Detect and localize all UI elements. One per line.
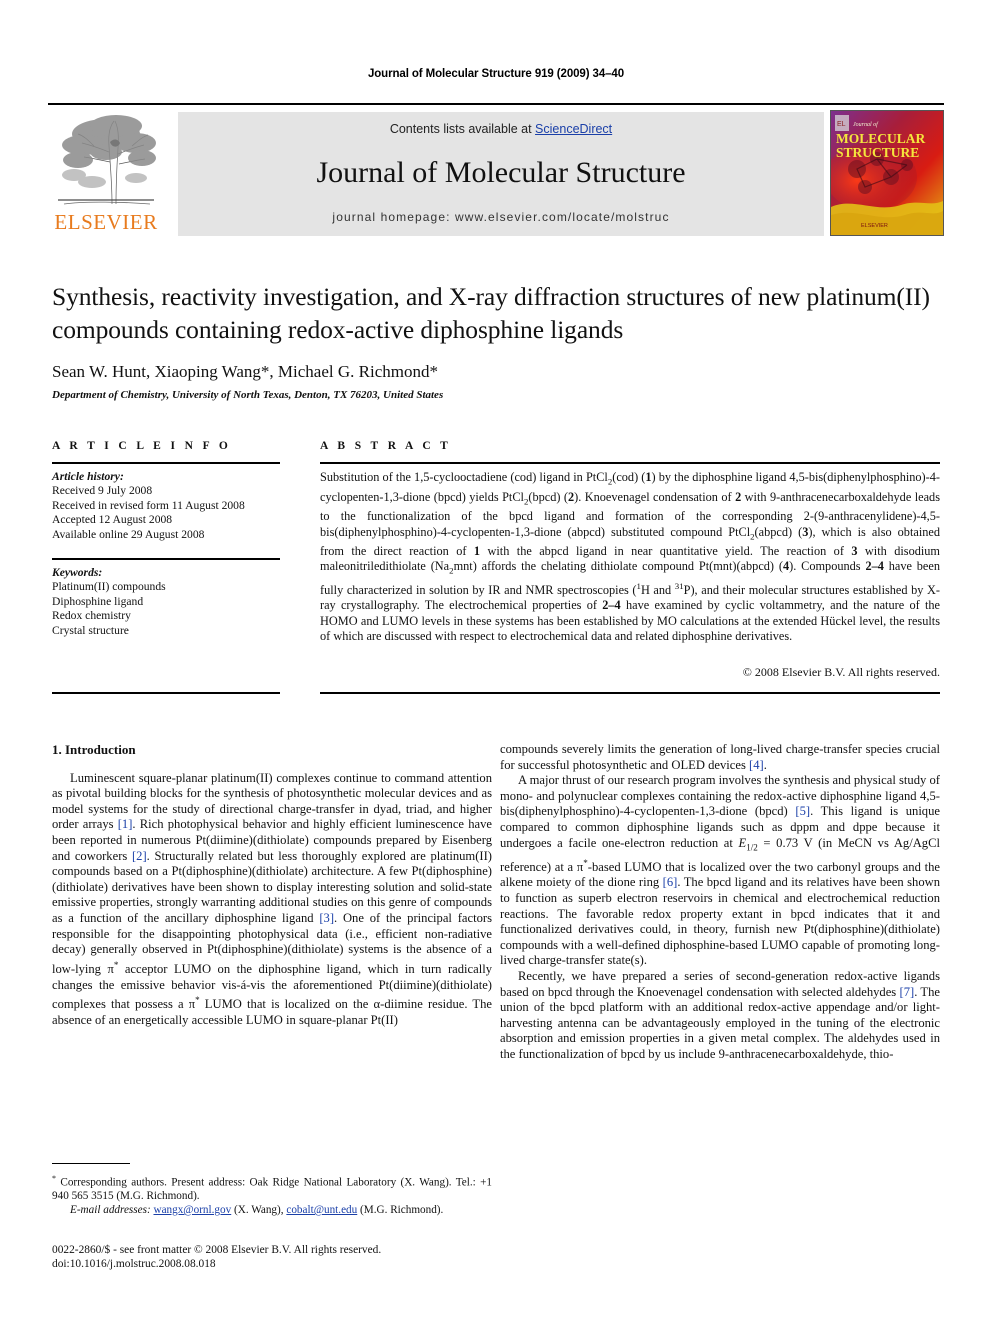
email-owner-richmond: (M.G. Richmond). bbox=[360, 1203, 444, 1216]
masthead-panel: Contents lists available at ScienceDirec… bbox=[178, 112, 824, 236]
paper-page: Journal of Molecular Structure 919 (2009… bbox=[0, 0, 992, 1323]
paragraph: A major thrust of our research program i… bbox=[500, 773, 941, 968]
keywords-list: Keywords: Platinum(II) compounds Diphosp… bbox=[52, 566, 284, 638]
sciencedirect-link[interactable]: ScienceDirect bbox=[535, 122, 612, 136]
journal-cover-thumbnail: EL Journal of MOLECULAR STRUCTURE ELSEVI… bbox=[830, 110, 944, 236]
abstract-heading: A B S T R A C T bbox=[320, 440, 452, 452]
paragraph: Recently, we have prepared a series of s… bbox=[500, 969, 941, 1061]
corresponding-author-note: * Corresponding authors. Present address… bbox=[52, 1174, 492, 1203]
abstract-top-rule bbox=[320, 462, 940, 464]
doi-line: doi:10.1016/j.molstruc.2008.08.018 bbox=[52, 1258, 216, 1270]
body-column-right: compounds severely limits the generation… bbox=[500, 742, 940, 1063]
email-link-richmond[interactable]: cobalt@unt.edu bbox=[286, 1204, 357, 1216]
cover-title-line1: MOLECULAR bbox=[836, 131, 926, 146]
cover-title-line2: STRUCTURE bbox=[836, 145, 919, 160]
keyword-item: Redox chemistry bbox=[52, 609, 131, 623]
title-block: Synthesis, reactivity investigation, and… bbox=[52, 280, 942, 401]
email-owner-wang: (X. Wang), bbox=[234, 1203, 284, 1216]
abstract-text: Substitution of the 1,5-cyclooctadiene (… bbox=[320, 470, 941, 643]
article-info-bottom-rule bbox=[52, 692, 280, 694]
contents-prefix: Contents lists available at bbox=[389, 122, 536, 136]
history-item: Accepted 12 August 2008 bbox=[52, 513, 173, 527]
running-head: Journal of Molecular Structure 919 (2009… bbox=[367, 68, 625, 80]
footnote-rule bbox=[52, 1163, 130, 1164]
masthead-top-rule bbox=[48, 103, 944, 105]
author-list: Sean W. Hunt, Xiaoping Wang*, Michael G.… bbox=[52, 362, 438, 381]
article-history: Article history: Received 9 July 2008 Re… bbox=[52, 470, 284, 542]
copyright-line: © 2008 Elsevier B.V. All rights reserved… bbox=[742, 665, 940, 679]
history-item: Received in revised form 11 August 2008 bbox=[52, 498, 245, 512]
cover-kicker: Journal of bbox=[853, 121, 879, 128]
article-history-label: Article history: bbox=[52, 470, 124, 483]
elsevier-wordmark: ELSEVIER bbox=[54, 210, 158, 234]
keyword-item: Platinum(II) compounds bbox=[52, 580, 166, 594]
email-label: E-mail addresses: bbox=[70, 1203, 151, 1216]
elsevier-logo: ELSEVIER bbox=[48, 110, 164, 236]
cover-footer: ELSEVIER bbox=[861, 223, 888, 229]
contents-lists-line: Contents lists available at ScienceDirec… bbox=[178, 122, 824, 136]
keyword-item: Diphosphine ligand bbox=[52, 594, 144, 608]
email-note: E-mail addresses: wangx@ornl.gov (X. Wan… bbox=[52, 1204, 492, 1218]
body-column-left: 1. Introduction Luminescent square-plana… bbox=[52, 742, 492, 1028]
abstract-bottom-rule bbox=[320, 692, 940, 694]
journal-title: Journal of Molecular Structure bbox=[316, 156, 686, 189]
article-info-top-rule bbox=[52, 462, 280, 464]
keyword-item: Crystal structure bbox=[52, 623, 129, 637]
journal-masthead: ELSEVIER Contents lists available at Sci… bbox=[48, 110, 944, 236]
email-link-wang[interactable]: wangx@ornl.gov bbox=[153, 1204, 231, 1216]
section-heading-introduction: 1. Introduction bbox=[52, 742, 136, 757]
paragraph: Luminescent square-planar platinum(II) c… bbox=[52, 770, 493, 1027]
keywords-label: Keywords: bbox=[52, 566, 103, 579]
imprint-block: 0022-2860/$ - see front matter © 2008 El… bbox=[52, 1243, 512, 1271]
history-item: Available online 29 August 2008 bbox=[52, 527, 205, 541]
elsevier-tree-icon bbox=[54, 112, 158, 210]
journal-homepage-link[interactable]: journal homepage: www.elsevier.com/locat… bbox=[178, 210, 824, 224]
article-info-heading: A R T I C L E I N F O bbox=[52, 440, 232, 452]
article-info-mid-rule bbox=[52, 558, 280, 560]
page-title: Synthesis, reactivity investigation, and… bbox=[52, 282, 930, 344]
issn-front-matter: 0022-2860/$ - see front matter © 2008 El… bbox=[52, 1244, 382, 1256]
affiliation: Department of Chemistry, University of N… bbox=[52, 389, 444, 401]
svg-text:EL: EL bbox=[837, 121, 846, 128]
footnote-block: * Corresponding authors. Present address… bbox=[52, 1172, 492, 1218]
history-item: Received 9 July 2008 bbox=[52, 484, 153, 498]
paragraph: compounds severely limits the generation… bbox=[500, 742, 940, 772]
